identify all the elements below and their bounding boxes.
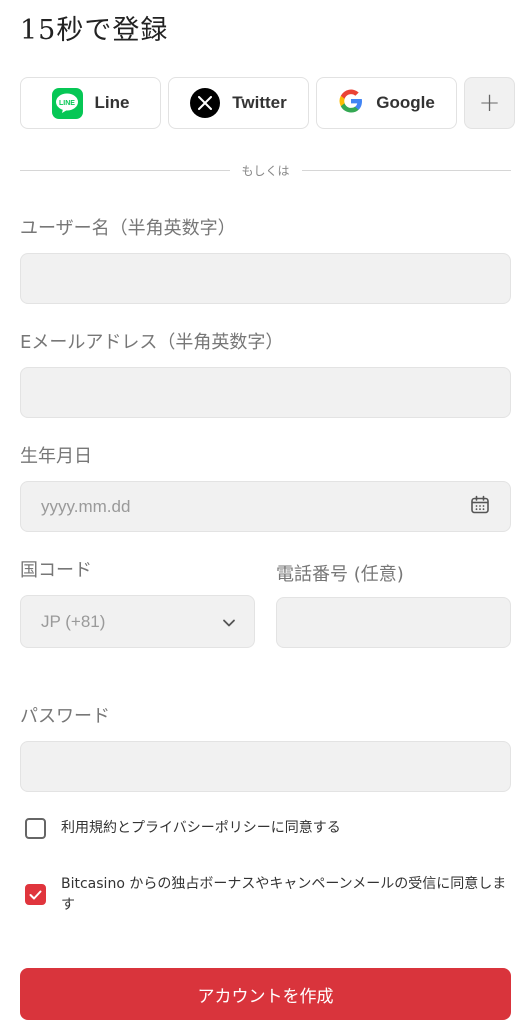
line-login-button[interactable]: LINE Line [20,77,161,129]
terms-consent-row: 利用規約とプライバシーポリシーに同意する [25,818,341,839]
svg-text:LINE: LINE [59,100,75,107]
calendar-icon[interactable] [470,495,490,519]
google-logo-icon [338,88,364,118]
or-divider: もしくは [20,160,512,180]
username-label: ユーザー名（半角英数字） [20,218,236,239]
marketing-checkbox-label[interactable]: Bitcasino からの独占ボーナスやキャンペーンメールの受信に同意します [61,874,511,916]
password-label: パスワード [20,706,110,727]
create-account-button[interactable]: アカウントを作成 [20,968,511,1020]
password-input[interactable] [20,741,511,792]
divider-line-right [301,169,512,171]
divider-text: もしくは [241,163,290,178]
marketing-checkbox[interactable] [25,884,46,905]
line-login-label: Line [94,93,130,112]
birthdate-label: 生年月日 [20,446,92,467]
phone-label: 電話番号 (任意) [276,564,404,585]
line-logo-icon: LINE [51,87,83,119]
country-code-select[interactable]: JP (+81) [20,595,255,648]
email-input[interactable] [20,367,511,418]
birthdate-placeholder: yyyy.mm.dd [41,496,131,516]
more-login-options-button[interactable]: + [464,77,515,129]
checkmark-icon [29,890,42,899]
divider-line-left [20,169,230,171]
google-login-button[interactable]: Google [316,77,457,129]
page-title: 15秒で登録 [20,15,169,46]
country-code-label: 国コード [20,560,92,581]
birthdate-input[interactable]: yyyy.mm.dd [20,481,511,532]
terms-checkbox[interactable] [25,818,46,839]
twitter-login-label: Twitter [232,93,287,112]
phone-input[interactable] [276,597,511,648]
social-login-row: LINE Line Twitter Google + [20,77,515,129]
marketing-consent-row: Bitcasino からの独占ボーナスやキャンペーンメールの受信に同意します [25,874,511,916]
country-code-value: JP (+81) [41,611,106,631]
twitter-login-button[interactable]: Twitter [168,77,309,129]
plus-icon: + [478,88,501,118]
terms-checkbox-label[interactable]: 利用規約とプライバシーポリシーに同意する [61,818,341,839]
x-logo-icon [190,88,221,118]
chevron-down-icon [222,612,236,631]
create-account-label: アカウントを作成 [197,986,334,1007]
email-label: Eメールアドレス（半角英数字） [20,332,284,353]
username-input[interactable] [20,253,511,304]
google-login-label: Google [376,93,435,112]
